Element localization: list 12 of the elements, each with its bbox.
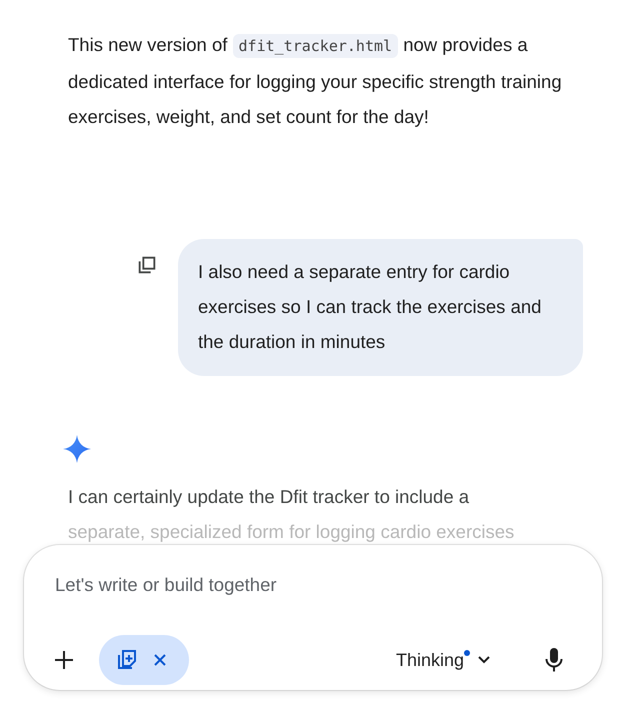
tool-chip[interactable]	[99, 635, 189, 685]
add-copy-icon[interactable]	[115, 648, 139, 672]
close-icon[interactable]	[153, 653, 167, 667]
mode-dropdown[interactable]: Thinking	[396, 650, 492, 670]
message-text: This new version of dfit_tracker.html now provides a dedicated interface for logging your specific strength training exercises, weight, and set count for the day!	[67, 33, 563, 129]
copy-icon[interactable]	[136, 254, 158, 276]
prompt-input[interactable]: Let's write or build together	[55, 571, 455, 599]
reply-text: separate, specialized form for logging cardio exercises	[68, 520, 516, 544]
reply-text: I can certainly update the Dfit tracker to include a	[68, 485, 470, 509]
user-message: I also need a separate entry for cardio exercises so I can track the exercises and the duration in minutes	[178, 239, 583, 376]
microphone-icon	[545, 647, 563, 673]
plus-icon	[53, 649, 75, 671]
